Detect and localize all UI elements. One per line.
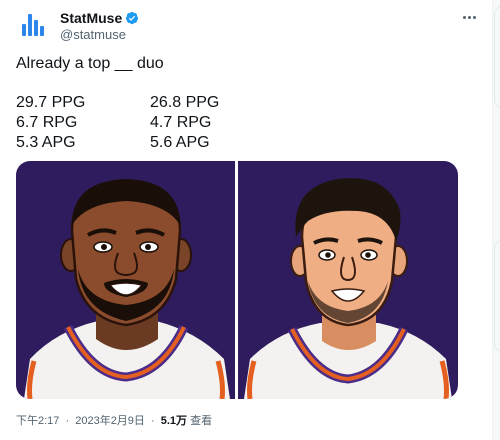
stat-line: 6.7 RPG [16, 114, 78, 131]
player-illustration-right-art [244, 178, 452, 399]
tweet-media[interactable] [16, 161, 458, 399]
stat-line: 5.6 APG [150, 134, 210, 151]
tweet-meta: 下午2:17 · 2023年2月9日 · 5.1万 查看 [16, 412, 212, 428]
more-options-button[interactable] [458, 8, 480, 26]
more-dot [467, 15, 471, 19]
stat-line: 5.3 APG [16, 134, 76, 151]
views-count: 5.1万 [160, 415, 188, 427]
player-illustration-left-art [24, 179, 230, 399]
stat-line: 4.7 RPG [150, 114, 212, 131]
left-player-stats: 29.7 PPG 6.7 RPG 5.3 APG [16, 93, 85, 153]
display-name[interactable]: StatMuse [60, 10, 122, 26]
views-label: 查看 [187, 415, 213, 427]
meta-separator: · [65, 415, 70, 427]
player-illustration-right[interactable] [238, 161, 458, 399]
account-name-row[interactable]: StatMuse [60, 10, 139, 26]
avatar[interactable] [16, 8, 50, 42]
sidebar-card-edge [494, 240, 500, 352]
sidebar-card-edge [494, 6, 500, 108]
verified-badge-icon [126, 11, 139, 25]
more-dot [472, 15, 476, 19]
more-horizontal-icon [462, 15, 466, 19]
account-handle[interactable]: @statmuse [60, 27, 126, 42]
stat-line: 26.8 PPG [150, 94, 220, 111]
adjacent-sidebar-edge [492, 0, 500, 440]
tweet-time[interactable]: 下午2:17 [16, 415, 59, 427]
statmuse-logo-icon [22, 14, 44, 36]
player-illustration-left[interactable] [16, 161, 235, 399]
tweet-text: Already a top __ duo [16, 55, 164, 72]
tweet-header: StatMuse @statmuse [16, 8, 480, 42]
stat-line: 29.7 PPG [16, 94, 86, 111]
tweet-date[interactable]: 2023年2月9日 [75, 415, 145, 427]
right-player-stats: 26.8 PPG 4.7 RPG 5.6 APG [150, 93, 219, 153]
meta-separator: · [151, 415, 155, 427]
